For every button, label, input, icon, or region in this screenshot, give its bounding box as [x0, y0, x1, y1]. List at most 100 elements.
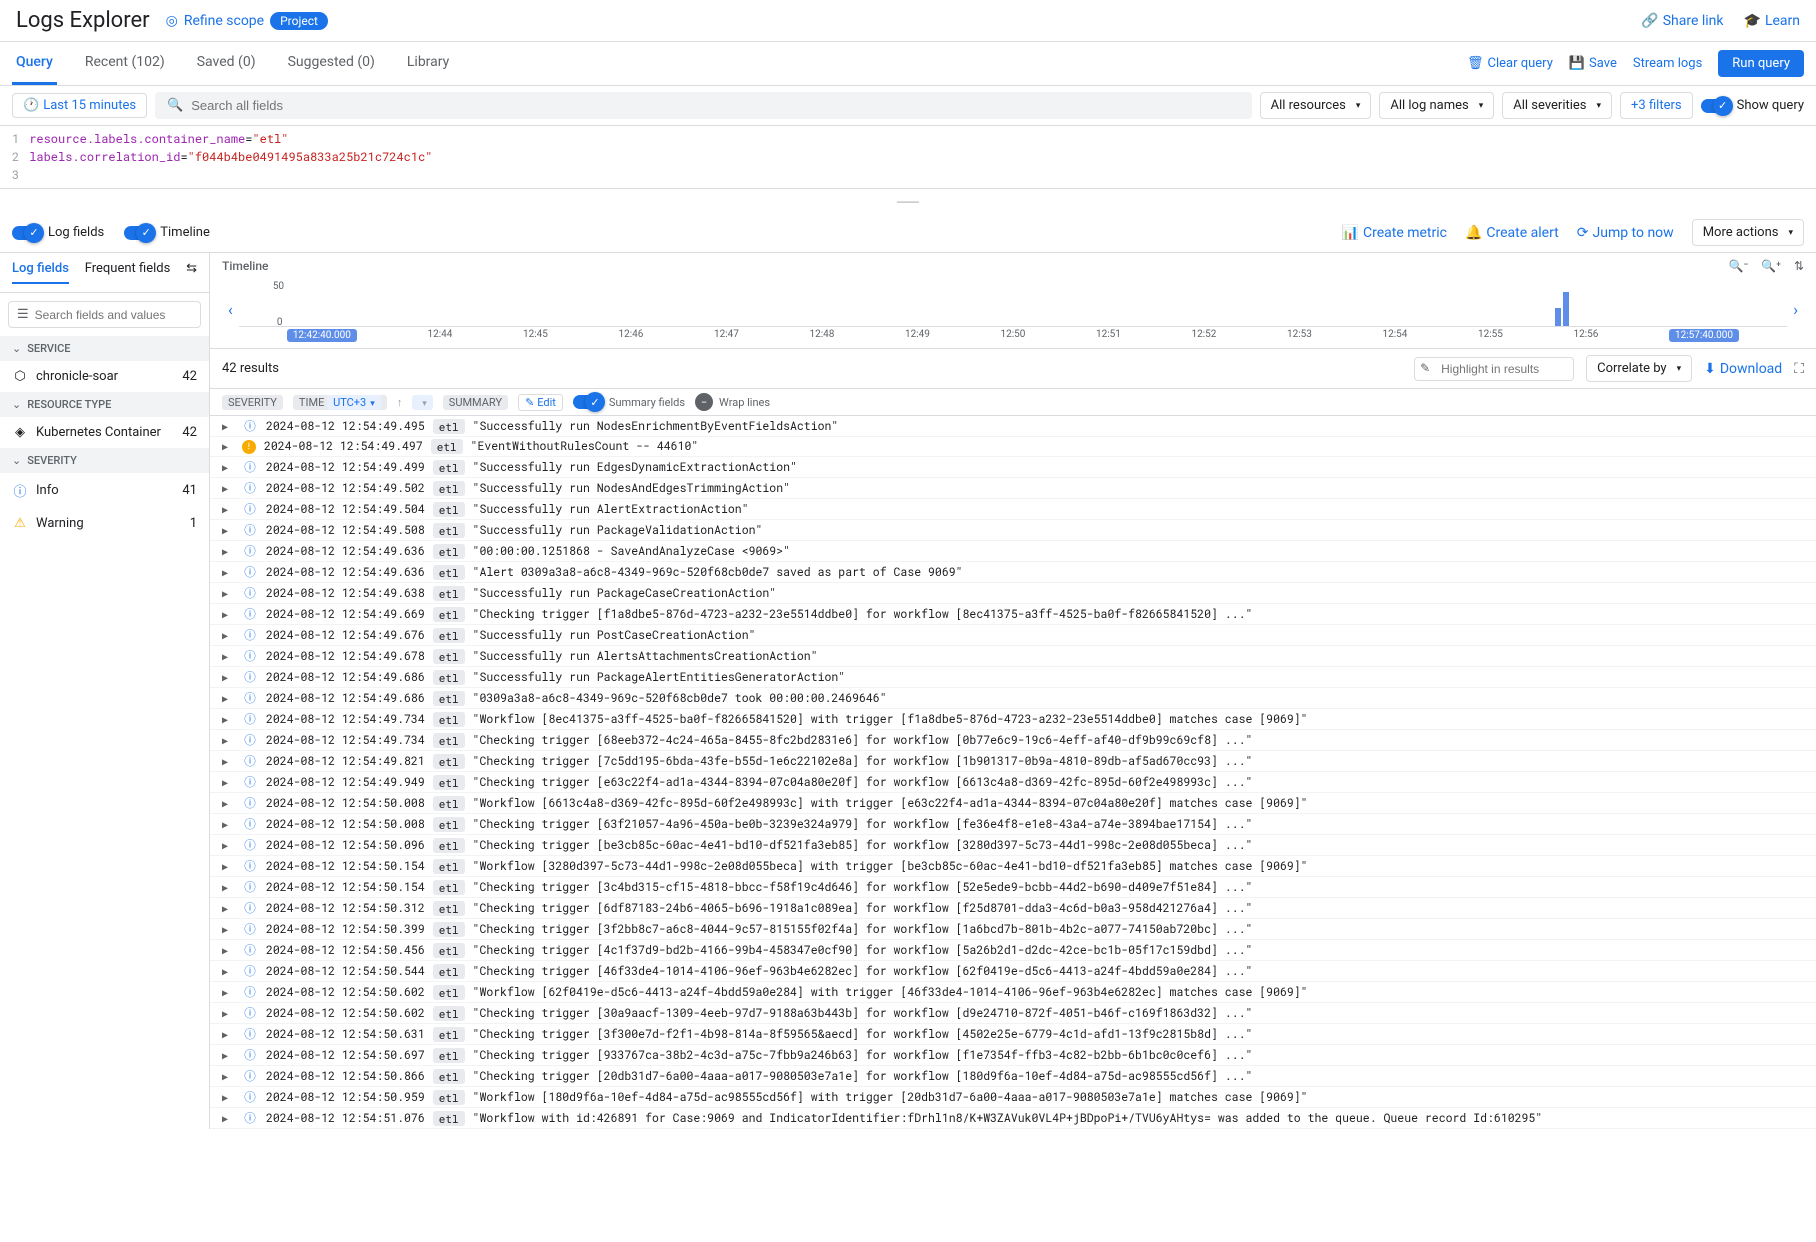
sidebar-expand-icon[interactable]: ⇆	[186, 261, 197, 284]
resources-dropdown[interactable]: All resources	[1260, 92, 1372, 119]
create-alert-button[interactable]: 🔔Create alert	[1465, 225, 1559, 241]
expand-row-icon[interactable]: ▶	[222, 461, 234, 474]
expand-row-icon[interactable]: ▶	[222, 1049, 234, 1062]
highlight-input[interactable]	[1414, 357, 1574, 381]
log-row[interactable]: ▶ⓘ2024-08-12 12:54:49.495etl"Successfull…	[210, 416, 1816, 437]
severity-header[interactable]: ⌄SEVERITY	[0, 448, 209, 473]
service-item[interactable]: ⬡chronicle-soar42	[0, 361, 209, 392]
expand-row-icon[interactable]: ▶	[222, 545, 234, 558]
share-link-button[interactable]: 🔗Share link	[1641, 13, 1723, 29]
log-row[interactable]: ▶ⓘ2024-08-12 12:54:49.636etl"Alert 0309a…	[210, 562, 1816, 583]
timeline-next-button[interactable]: ›	[1787, 300, 1804, 319]
expand-row-icon[interactable]: ▶	[222, 944, 234, 957]
log-row[interactable]: ▶ⓘ2024-08-12 12:54:49.638etl"Successfull…	[210, 583, 1816, 604]
log-row[interactable]: ▶ⓘ2024-08-12 12:54:49.504etl"Successfull…	[210, 499, 1816, 520]
run-query-button[interactable]: Run query	[1718, 50, 1804, 77]
log-row[interactable]: ▶ⓘ2024-08-12 12:54:49.502etl"Successfull…	[210, 478, 1816, 499]
timeline-chart[interactable]: 50 0	[239, 277, 1787, 327]
expand-row-icon[interactable]: ▶	[222, 755, 234, 768]
expand-row-icon[interactable]: ▶	[222, 734, 234, 747]
severity-warning-item[interactable]: ⚠Warning1	[0, 508, 209, 539]
create-metric-button[interactable]: 📊Create metric	[1342, 225, 1447, 241]
log-row[interactable]: ▶ⓘ2024-08-12 12:54:49.686etl"0309a3a8-a6…	[210, 688, 1816, 709]
expand-row-icon[interactable]: ▶	[222, 692, 234, 705]
wrap-lines-toggle[interactable]: −Wrap lines	[695, 393, 770, 411]
tab-recent[interactable]: Recent (102)	[81, 42, 169, 85]
expand-row-icon[interactable]: ▶	[222, 1070, 234, 1083]
sidebar-search[interactable]: ☰	[8, 301, 201, 328]
expand-row-icon[interactable]: ▶	[222, 902, 234, 915]
expand-row-icon[interactable]: ▶	[222, 440, 234, 453]
expand-row-icon[interactable]: ▶	[222, 1112, 234, 1125]
expand-row-icon[interactable]: ▶	[222, 671, 234, 684]
expand-row-icon[interactable]: ▶	[222, 965, 234, 978]
expand-row-icon[interactable]: ▶	[222, 713, 234, 726]
log-row[interactable]: ▶ⓘ2024-08-12 12:54:49.508etl"Successfull…	[210, 520, 1816, 541]
log-row[interactable]: ▶ⓘ2024-08-12 12:54:50.456etl"Checking tr…	[210, 940, 1816, 961]
log-row[interactable]: ▶ⓘ2024-08-12 12:54:50.008etl"Workflow [6…	[210, 793, 1816, 814]
log-row[interactable]: ▶ⓘ2024-08-12 12:54:49.636etl"00:00:00.12…	[210, 541, 1816, 562]
expand-row-icon[interactable]: ▶	[222, 818, 234, 831]
expand-row-icon[interactable]: ▶	[222, 776, 234, 789]
expand-row-icon[interactable]: ▶	[222, 629, 234, 642]
time-range-button[interactable]: 🕐Last 15 minutes	[12, 93, 147, 118]
tab-suggested[interactable]: Suggested (0)	[284, 42, 379, 85]
tab-query[interactable]: Query	[12, 42, 57, 85]
expand-row-icon[interactable]: ▶	[222, 503, 234, 516]
search-fields-input[interactable]: 🔍	[155, 92, 1252, 119]
expand-row-icon[interactable]: ▶	[222, 860, 234, 873]
correlate-dropdown[interactable]: Correlate by	[1586, 355, 1692, 382]
resource-type-header[interactable]: ⌄RESOURCE TYPE	[0, 392, 209, 417]
fullscreen-icon[interactable]: ⛶	[1794, 361, 1804, 377]
stream-logs-button[interactable]: Stream logs	[1633, 56, 1702, 71]
log-row[interactable]: ▶ⓘ2024-08-12 12:54:49.676etl"Successfull…	[210, 625, 1816, 646]
show-query-toggle[interactable]: Show query	[1701, 98, 1804, 113]
sort-dropdown[interactable]	[412, 395, 433, 410]
expand-row-icon[interactable]: ▶	[222, 1007, 234, 1020]
timeline-toggle[interactable]: Timeline	[124, 225, 210, 240]
log-row[interactable]: ▶ⓘ2024-08-12 12:54:50.154etl"Workflow [3…	[210, 856, 1816, 877]
log-row[interactable]: ▶ⓘ2024-08-12 12:54:50.312etl"Checking tr…	[210, 898, 1816, 919]
expand-row-icon[interactable]: ▶	[222, 1091, 234, 1104]
expand-row-icon[interactable]: ▶	[222, 566, 234, 579]
log-row[interactable]: ▶ⓘ2024-08-12 12:54:51.076etl"Workflow wi…	[210, 1108, 1816, 1129]
severity-info-item[interactable]: ⓘInfo41	[0, 473, 209, 508]
clear-query-button[interactable]: 🗑Clear query	[1467, 56, 1553, 71]
expand-row-icon[interactable]: ▶	[222, 923, 234, 936]
sort-asc-icon[interactable]: ↑	[397, 396, 403, 409]
log-row[interactable]: ▶ⓘ2024-08-12 12:54:49.678etl"Successfull…	[210, 646, 1816, 667]
log-row[interactable]: ▶ⓘ2024-08-12 12:54:50.544etl"Checking tr…	[210, 961, 1816, 982]
sort-icon[interactable]: ⇅	[1794, 259, 1804, 273]
lognames-dropdown[interactable]: All log names	[1379, 92, 1494, 119]
zoom-out-icon[interactable]: 🔍⁻	[1729, 259, 1748, 273]
sidebar-tab-log-fields[interactable]: Log fields	[12, 261, 69, 284]
expand-row-icon[interactable]: ▶	[222, 608, 234, 621]
expand-row-icon[interactable]: ▶	[222, 797, 234, 810]
timeline-prev-button[interactable]: ‹	[222, 300, 239, 319]
resource-type-item[interactable]: ◈Kubernetes Container42	[0, 417, 209, 448]
timezone-dropdown[interactable]: UTC+3	[327, 395, 381, 410]
log-row[interactable]: ▶ⓘ2024-08-12 12:54:50.697etl"Checking tr…	[210, 1045, 1816, 1066]
edit-button[interactable]: ✎Edit	[518, 394, 563, 411]
tab-saved[interactable]: Saved (0)	[193, 42, 260, 85]
service-header[interactable]: ⌄SERVICE	[0, 336, 209, 361]
log-row[interactable]: ▶ⓘ2024-08-12 12:54:50.631etl"Checking tr…	[210, 1024, 1816, 1045]
expand-row-icon[interactable]: ▶	[222, 482, 234, 495]
expand-row-icon[interactable]: ▶	[222, 587, 234, 600]
log-fields-toggle[interactable]: Log fields	[12, 225, 104, 240]
log-row[interactable]: ▶ⓘ2024-08-12 12:54:49.734etl"Workflow [8…	[210, 709, 1816, 730]
summary-fields-toggle[interactable]: Summary fields	[573, 395, 685, 409]
expand-row-icon[interactable]: ▶	[222, 881, 234, 894]
log-row[interactable]: ▶ⓘ2024-08-12 12:54:50.602etl"Workflow [6…	[210, 982, 1816, 1003]
refine-scope-button[interactable]: ◎ Refine scope Project	[166, 12, 328, 30]
sidebar-tab-frequent[interactable]: Frequent fields	[85, 261, 171, 284]
expand-row-icon[interactable]: ▶	[222, 1028, 234, 1041]
log-row[interactable]: ▶ⓘ2024-08-12 12:54:50.399etl"Checking tr…	[210, 919, 1816, 940]
learn-button[interactable]: 🎓Learn	[1744, 13, 1801, 29]
log-row[interactable]: ▶ⓘ2024-08-12 12:54:50.866etl"Checking tr…	[210, 1066, 1816, 1087]
log-row[interactable]: ▶ⓘ2024-08-12 12:54:49.499etl"Successfull…	[210, 457, 1816, 478]
tab-library[interactable]: Library	[403, 42, 453, 85]
zoom-in-icon[interactable]: 🔍⁺	[1761, 259, 1781, 273]
query-editor[interactable]: 123 resource.labels.container_name="etl"…	[0, 126, 1816, 189]
plus-filters-button[interactable]: +3 filters	[1620, 92, 1693, 119]
